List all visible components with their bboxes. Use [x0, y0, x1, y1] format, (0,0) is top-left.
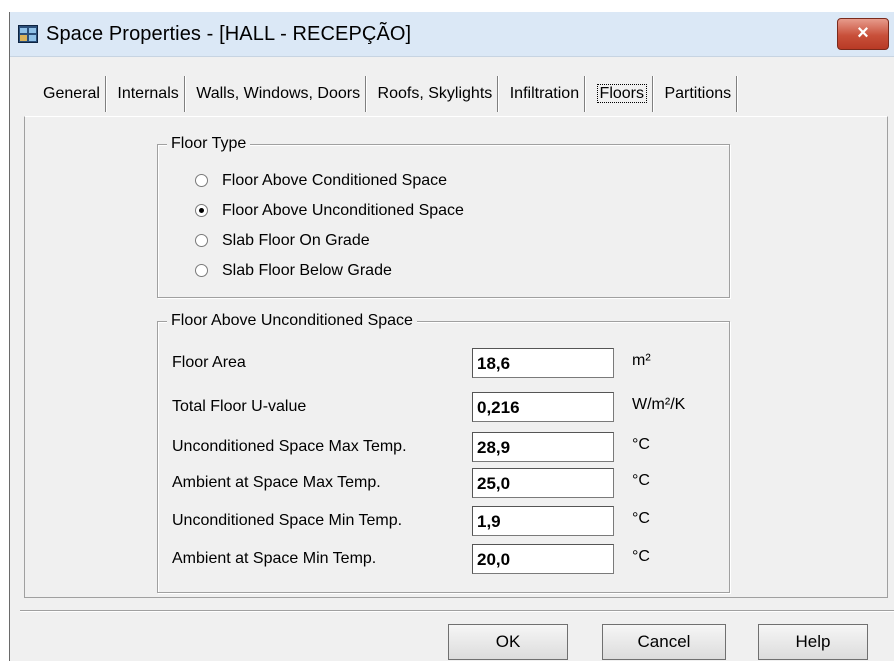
uncond-min-temp-input[interactable] [472, 506, 614, 536]
radio-button[interactable] [195, 264, 208, 277]
app-icon [18, 25, 38, 43]
tab-roofs-skylights[interactable]: Roofs, Skylights [373, 76, 499, 112]
ambient-min-temp-input[interactable] [472, 544, 614, 574]
cancel-button[interactable]: Cancel [602, 624, 726, 660]
tab-general[interactable]: General [38, 76, 106, 112]
tab-label: Walls, Windows, Doors [196, 85, 361, 102]
ambient-max-temp-row: Ambient at Space Max Temp. °C [172, 468, 712, 498]
close-icon: × [857, 22, 869, 44]
tab-internals[interactable]: Internals [112, 76, 185, 112]
u-value-input[interactable] [472, 392, 614, 422]
radio-label: Slab Floor On Grade [222, 232, 370, 249]
space-properties-window: Space Properties - [HALL - RECEPÇÃO] × G… [9, 12, 894, 661]
radio-button[interactable] [195, 234, 208, 247]
tab-floors[interactable]: Floors [592, 76, 653, 112]
tab-partitions[interactable]: Partitions [659, 76, 738, 112]
uncond-max-temp-row: Unconditioned Space Max Temp. °C [172, 432, 712, 462]
ambient-min-temp-row: Ambient at Space Min Temp. °C [172, 544, 712, 574]
uncond-min-temp-unit: °C [632, 510, 650, 527]
radio-button[interactable] [195, 204, 208, 217]
radio-label: Floor Above Conditioned Space [222, 172, 448, 189]
ambient-min-temp-label: Ambient at Space Min Temp. [172, 550, 377, 567]
radio-label: Slab Floor Below Grade [222, 262, 392, 279]
ambient-max-temp-unit: °C [632, 472, 650, 489]
tab-label: Roofs, Skylights [377, 85, 493, 102]
radio-button[interactable] [195, 174, 208, 187]
u-value-label: Total Floor U-value [172, 398, 307, 415]
floor-type-title: Floor Type [167, 134, 251, 154]
tab-strip: General Internals Walls, Windows, Doors … [38, 76, 739, 112]
window-title: Space Properties - [HALL - RECEPÇÃO] [46, 23, 412, 45]
floor-area-input[interactable] [472, 348, 614, 378]
u-value-row: Total Floor U-value W/m²/K [172, 392, 712, 422]
uncond-max-temp-label: Unconditioned Space Max Temp. [172, 438, 407, 455]
tab-label: Infiltration [509, 85, 580, 102]
tab-label: General [43, 85, 100, 102]
radio-label: Floor Above Unconditioned Space [222, 202, 464, 219]
unconditioned-space-group: Floor Above Unconditioned Space Floor Ar… [157, 311, 730, 593]
u-value-unit: W/m²/K [632, 396, 686, 413]
footer-separator [20, 610, 894, 612]
ambient-min-temp-unit: °C [632, 548, 650, 565]
close-button[interactable]: × [837, 18, 889, 50]
tab-infiltration[interactable]: Infiltration [505, 76, 586, 112]
unconditioned-space-title: Floor Above Unconditioned Space [167, 311, 417, 331]
tab-label: Internals [117, 85, 179, 102]
uncond-min-temp-label: Unconditioned Space Min Temp. [172, 512, 403, 529]
ambient-max-temp-label: Ambient at Space Max Temp. [172, 474, 381, 491]
floor-type-group: Floor Type Floor Above Conditioned Space… [157, 134, 730, 298]
uncond-max-temp-unit: °C [632, 436, 650, 453]
ok-button[interactable]: OK [448, 624, 568, 660]
tab-label: Partitions [664, 85, 732, 102]
floors-tab-panel: Floor Type Floor Above Conditioned Space… [24, 116, 888, 598]
floor-area-label: Floor Area [172, 354, 246, 371]
ambient-max-temp-input[interactable] [472, 468, 614, 498]
uncond-max-temp-input[interactable] [472, 432, 614, 462]
title-bar[interactable]: Space Properties - [HALL - RECEPÇÃO] × [10, 12, 894, 57]
help-button[interactable]: Help [758, 624, 868, 660]
floor-area-unit: m² [632, 352, 651, 369]
tab-walls-windows-doors[interactable]: Walls, Windows, Doors [191, 76, 367, 112]
tab-label: Floors [596, 84, 647, 103]
uncond-min-temp-row: Unconditioned Space Min Temp. °C [172, 506, 712, 536]
floor-area-row: Floor Area m² [172, 348, 712, 378]
